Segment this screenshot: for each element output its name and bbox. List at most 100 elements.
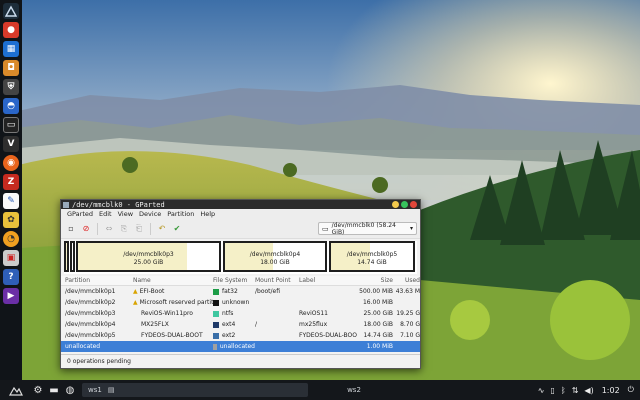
partition-block-name: /dev/mmcblk0p4	[249, 251, 301, 258]
power-icon[interactable]: ⏻	[628, 385, 634, 395]
table-row[interactable]: /dev/mmcblk0p1 ▲ EFI-Boot fat32/boot/efi 500…	[61, 286, 420, 297]
warning-icon: ▲	[133, 299, 138, 306]
cell-size: 18.00 GiB	[363, 321, 393, 328]
settings-icon[interactable]: ⚙	[30, 382, 46, 398]
column-header-used[interactable]: Used	[393, 277, 420, 284]
record-icon[interactable]: ●	[3, 22, 19, 38]
workspace-1-label: ws1	[88, 386, 102, 394]
partition-block-p5[interactable]: /dev/mmcblk0p5 14.74 GiB	[329, 241, 415, 272]
window-title: /dev/mmcblk0 - GParted	[72, 200, 165, 209]
gparted-app-icon	[63, 201, 69, 208]
table-row[interactable]: /dev/mmcblk0p3 ReviOS-Win11pro ntfs ReviOS1…	[61, 308, 420, 319]
volume-icon[interactable]: ◀)	[584, 386, 593, 395]
column-header-label[interactable]: Label	[299, 277, 357, 284]
cell-name-text: FYDEOS-DUAL-BOOT	[141, 332, 203, 339]
launcher-icon[interactable]: ▦	[3, 41, 19, 57]
workspace-2[interactable]: ws2	[314, 383, 394, 397]
cell-mountpoint: /	[255, 321, 258, 328]
resize-move-icon[interactable]: ⇔	[103, 223, 115, 235]
partition-block-p1[interactable]	[64, 241, 69, 272]
terminal-icon[interactable]: ▭	[3, 117, 19, 133]
minimize-button[interactable]	[392, 201, 399, 208]
device-selector[interactable]: ▭ /dev/mmcblk0 (58.24 GiB) ▾	[318, 222, 417, 236]
delete-icon[interactable]: ⊘	[80, 223, 92, 235]
cell-name: ▲ EFI-Boot	[133, 288, 213, 295]
cell-name: ▲Microsoft reserved partition	[133, 299, 213, 306]
presentation-icon[interactable]: ▣	[3, 250, 19, 266]
column-header-size[interactable]: Size	[357, 277, 393, 284]
file-manager-icon[interactable]: ▬	[46, 382, 62, 398]
cell-name-text: MX25FLX	[141, 321, 169, 328]
partition-block-size: 25.00 GiB	[133, 259, 164, 266]
package-icon[interactable]: ◘	[3, 60, 19, 76]
cell-name: MX25FLX	[133, 321, 213, 328]
menu-partition[interactable]: Partition	[164, 210, 197, 218]
menu-gparted[interactable]: GParted	[64, 210, 96, 218]
cell-used: 19.25 G	[396, 310, 420, 317]
media-icon[interactable]: ▶	[3, 288, 19, 304]
menu-icon[interactable]	[3, 3, 19, 19]
partition-block-p4[interactable]: /dev/mmcblk0p4 18.00 GiB	[223, 241, 327, 272]
table-row[interactable]: /dev/mmcblk0p2 ▲Microsoft reserved partit…	[61, 297, 420, 308]
column-header-partition[interactable]: Partition	[61, 277, 133, 284]
shield-icon[interactable]: ⛨	[3, 79, 19, 95]
table-row[interactable]: /dev/mmcblk0p5 FYDEOS-DUAL-BOOT ext2 FYDEOS…	[61, 330, 420, 341]
menu-help[interactable]: Help	[197, 210, 218, 218]
bottom-panel: ⚙ ▬ ◍ ws1 ▤ ws2 ∿ ▯ ᛒ ⇅ ◀) 1:02 ⏻	[0, 380, 640, 400]
bluetooth-icon[interactable]: ᛒ	[561, 386, 566, 395]
partition-block-p2[interactable]	[70, 241, 75, 272]
vivaldi-icon[interactable]: V	[3, 136, 19, 152]
cell-partition-text: /dev/mmcblk0p3	[65, 310, 116, 317]
filesystem-color-swatch	[213, 299, 219, 306]
table-row[interactable]: /dev/mmcblk0p4 MX25FLX ext4 / mx25flux 18.00 …	[61, 319, 420, 330]
clock[interactable]: 1:02	[602, 386, 620, 395]
gimp-icon[interactable]: ✿	[3, 212, 19, 228]
cell-mountpoint: /boot/efi	[255, 288, 281, 295]
column-header-filesystem[interactable]: File System	[213, 277, 255, 284]
cell-filesystem: unknown	[213, 299, 255, 306]
cell-label: FYDEOS-DUAL-BOOT	[299, 332, 357, 339]
activity-icon[interactable]: ∿	[538, 386, 545, 395]
cell-filesystem: fat32	[213, 288, 255, 295]
network-icon[interactable]: ⇅	[572, 386, 579, 395]
cell-partition: unallocated	[61, 343, 133, 350]
clock-icon[interactable]: ◔	[3, 231, 19, 247]
cell-name-text: EFI-Boot	[139, 288, 165, 295]
workspace-1[interactable]: ws1 ▤	[82, 383, 308, 397]
partition-block-p3[interactable]: /dev/mmcblk0p3 25.00 GiB	[76, 241, 221, 272]
copy-icon[interactable]: ⎘	[118, 223, 130, 235]
cell-used: 43.63 M	[395, 288, 420, 295]
cell-label: mx25flux	[299, 321, 328, 328]
new-partition-icon[interactable]: ▫	[65, 223, 77, 235]
filezilla-icon[interactable]: Z	[3, 174, 19, 190]
menu-device[interactable]: Device	[136, 210, 164, 218]
cell-filesystem-text: ext4	[222, 321, 236, 328]
paste-icon[interactable]: ⎗	[133, 223, 145, 235]
cell-partition: /dev/mmcblk0p4	[61, 321, 133, 328]
cell-partition: /dev/mmcblk0p1	[61, 288, 133, 295]
cell-used: 8.70 G	[400, 321, 420, 328]
help-icon[interactable]: ?	[3, 269, 19, 285]
close-button[interactable]	[410, 201, 417, 208]
browser-icon[interactable]: ◍	[62, 382, 78, 398]
column-header-name[interactable]: Name	[133, 277, 213, 284]
menu-view[interactable]: View	[115, 210, 136, 218]
editor-icon[interactable]: ✎	[3, 193, 19, 209]
maximize-button[interactable]	[401, 201, 408, 208]
table-row[interactable]: unallocated unallocated 1.00 MiB	[61, 341, 420, 352]
window-titlebar[interactable]: /dev/mmcblk0 - GParted	[61, 200, 420, 209]
menu-edit[interactable]: Edit	[96, 210, 115, 218]
menu-icon[interactable]	[8, 382, 24, 398]
cell-used: 7.10 G	[400, 332, 420, 339]
apply-icon[interactable]: ✔	[171, 223, 183, 235]
cell-size: 14.74 GiB	[363, 332, 393, 339]
clipboard-icon[interactable]: ▯	[551, 386, 555, 395]
app-store-icon[interactable]: ◓	[3, 98, 19, 114]
column-header-mountpoint[interactable]: Mount Point	[255, 277, 299, 284]
undo-icon[interactable]: ↶	[156, 223, 168, 235]
cell-name-text: ReviOS-Win11pro	[141, 310, 193, 317]
firefox-icon[interactable]: ◉	[3, 155, 19, 171]
filesystem-color-swatch	[213, 310, 219, 317]
cell-size: 25.00 GiB	[363, 310, 393, 317]
cell-partition: /dev/mmcblk0p3	[61, 310, 133, 317]
